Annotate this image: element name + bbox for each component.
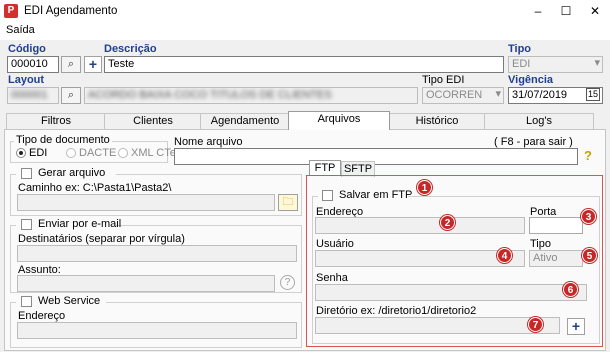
ftp-tipo-select[interactable]: Ativo [529, 250, 583, 267]
badge-5: 5 [582, 248, 597, 263]
radio-dot [16, 148, 26, 158]
add-button[interactable]: + [84, 56, 102, 73]
gerar-arquivo-checkbox[interactable] [21, 168, 32, 179]
add-diretorio-button[interactable]: + [567, 318, 585, 335]
radio-dot [66, 148, 76, 158]
salvar-ftp-checkbox[interactable] [322, 190, 333, 201]
binoculars-icon: ⌕ [67, 89, 75, 101]
caminho-input[interactable] [17, 194, 275, 211]
app-logo-icon: P [4, 4, 18, 18]
destinatarios-input[interactable] [17, 245, 297, 262]
tab-logs[interactable]: Log's [484, 113, 594, 129]
menu-bar [0, 22, 610, 40]
usuario-input[interactable] [315, 250, 525, 267]
vigencia-label: Vigência [508, 74, 554, 86]
layout-code-input[interactable]: 000001 [7, 87, 59, 104]
descricao-input[interactable]: Teste [104, 56, 504, 73]
tab-clientes[interactable]: Clientes [104, 113, 202, 129]
web-service-endereco-label: Endereço [18, 310, 66, 322]
diretorio-label: Diretório ex: /diretorio1/diretorio2 [316, 305, 477, 317]
diretorio-input[interactable] [315, 317, 560, 334]
help-icon[interactable]: ? [584, 148, 592, 163]
badge-4: 4 [497, 248, 512, 263]
f8-hint: ( F8 - para sair ) [494, 136, 573, 148]
usuario-label: Usuário [316, 238, 354, 250]
badge-2: 2 [440, 215, 455, 230]
enviar-email-label: Enviar por e-mail [38, 218, 122, 230]
maximize-button[interactable]: ☐ [552, 0, 580, 22]
tab-historico[interactable]: Histórico [388, 113, 486, 129]
assunto-input[interactable] [17, 275, 275, 292]
gerar-arquivo-label: Gerar arquivo [38, 167, 106, 179]
folder-button[interactable]: 🗀 [278, 194, 298, 211]
nome-arquivo-label: Nome arquivo [174, 136, 243, 148]
porta-input[interactable] [529, 217, 583, 234]
descricao-label: Descrição [104, 43, 157, 55]
vigencia-date-input[interactable]: 31/07/2019 15 [508, 87, 603, 104]
close-button[interactable]: ✕ [581, 0, 609, 22]
tipo-edi-select[interactable]: OCORREN ▾ [422, 87, 504, 104]
web-service-label: Web Service [38, 295, 101, 307]
nome-arquivo-input[interactable] [174, 148, 578, 165]
codigo-search-button[interactable]: ⌕ [61, 56, 81, 73]
layout-search-button[interactable]: ⌕ [61, 87, 81, 104]
senha-label: Senha [316, 272, 348, 284]
tipo-select[interactable]: EDI ▾ [508, 56, 603, 73]
badge-6: 6 [563, 282, 578, 297]
minimize-button[interactable]: – [524, 0, 552, 22]
calendar-icon[interactable]: 15 [585, 88, 600, 101]
badge-3: 3 [581, 209, 596, 224]
layout-description-field: ACORDO BAIXA COCO TITULOS DE CLIENTES [84, 87, 418, 104]
tab-filtros[interactable]: Filtros [6, 113, 106, 129]
tipo-edi-label: Tipo EDI [422, 74, 465, 86]
folder-icon: 🗀 [282, 196, 294, 208]
menu-item-saida[interactable]: Saída [6, 24, 35, 36]
radio-dot [118, 148, 128, 158]
tab-agendamento[interactable]: Agendamento [200, 113, 290, 129]
codigo-label: Código [8, 43, 46, 55]
web-service-endereco-input[interactable] [17, 322, 297, 339]
tab-arquivos[interactable]: Arquivos [288, 111, 390, 130]
ftp-endereco-input[interactable] [315, 217, 525, 234]
codigo-input[interactable]: 000010 [7, 56, 59, 73]
layout-label: Layout [8, 74, 45, 86]
caminho-label: Caminho ex: C:\Pasta1\Pasta2\ [18, 182, 172, 194]
chevron-down-icon: ▾ [495, 88, 501, 100]
binoculars-icon: ⌕ [67, 58, 75, 70]
tipo-documento-label: Tipo de documento [14, 134, 112, 146]
destinatarios-label: Destinatários (separar por vírgula) [18, 233, 185, 245]
chevron-down-icon: ▾ [594, 57, 600, 69]
window-title: EDI Agendamento [24, 5, 118, 17]
ftp-tipo-label: Tipo [530, 238, 551, 250]
senha-input[interactable] [315, 284, 587, 301]
assunto-help-icon[interactable]: ? [280, 275, 295, 290]
tipo-label: Tipo [508, 43, 532, 55]
subtab-ftp[interactable]: FTP [309, 160, 341, 176]
web-service-checkbox[interactable] [21, 296, 32, 307]
badge-1: 1 [417, 180, 432, 195]
badge-7: 7 [528, 317, 543, 332]
enviar-email-checkbox[interactable] [21, 219, 32, 230]
salvar-ftp-label: Salvar em FTP [339, 189, 413, 201]
